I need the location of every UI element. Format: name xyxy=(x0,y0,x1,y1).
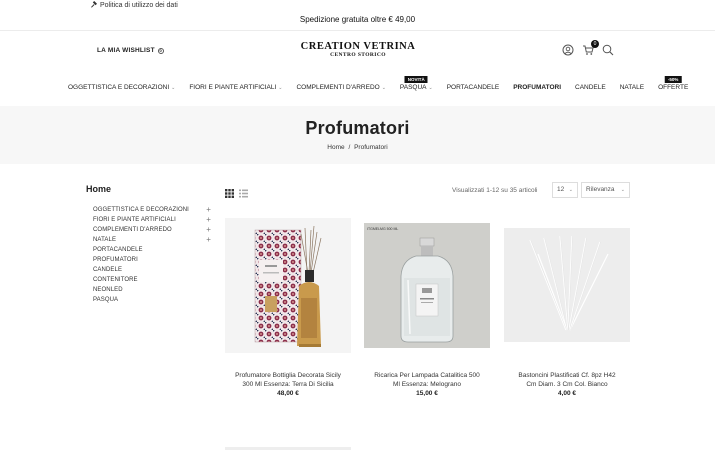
category-item-portacandele[interactable]: PORTACANDELE xyxy=(93,245,211,255)
nav-item-label: PASQUA xyxy=(399,84,427,91)
breadcrumb-home[interactable]: Home xyxy=(327,144,344,151)
category-item-natale[interactable]: NATALE + xyxy=(93,235,211,245)
category-label: COMPLEMENTI D'ARREDO xyxy=(93,227,172,233)
category-label: PROFUMATORI xyxy=(93,257,138,263)
category-label: NEONLED xyxy=(93,287,123,293)
product-card[interactable]: Bastoncini Plastificati Cf. 8pz H42 Cm D… xyxy=(504,218,630,397)
expand-icon[interactable]: + xyxy=(206,225,211,235)
chevron-down-icon: ⌄ xyxy=(278,84,283,91)
per-page-select[interactable]: 12 ⌄ xyxy=(552,182,578,198)
product-name[interactable]: Bastoncini Plastificati Cf. 8pz H42 Cm D… xyxy=(504,371,630,389)
site-logo[interactable]: CREATION VETRINA CENTRO STORICO xyxy=(290,41,426,58)
category-item-profumatori[interactable]: PROFUMATORI xyxy=(93,255,211,265)
category-item-pasqua[interactable]: PASQUA xyxy=(93,295,211,305)
divider xyxy=(0,30,715,31)
expand-icon[interactable]: + xyxy=(206,215,211,225)
page-header: Profumatori Home / Profumatori xyxy=(0,106,715,164)
nav-item-pasqua[interactable]: NOVITÀ PASQUA ⌄ xyxy=(399,76,433,91)
cart-count-badge: 0 xyxy=(591,40,599,48)
cart-icon[interactable]: 0 xyxy=(582,40,599,56)
list-view-icon[interactable] xyxy=(239,185,248,203)
expand-icon[interactable]: + xyxy=(206,235,211,245)
product-image[interactable] xyxy=(504,218,630,353)
logo-title: CREATION VETRINA xyxy=(300,41,416,52)
category-label: PASQUA xyxy=(93,297,119,303)
sort-value: Rilevanza xyxy=(586,186,615,193)
grid-view-icon[interactable] xyxy=(225,185,234,203)
breadcrumb-current: Profumatori xyxy=(354,144,388,151)
chevron-down-icon: ⌄ xyxy=(428,84,433,91)
product-price: 15,00 € xyxy=(416,390,438,397)
product-image[interactable] xyxy=(225,218,351,353)
privacy-link[interactable]: Politica di utilizzo dei dati xyxy=(90,1,178,10)
expand-icon[interactable]: + xyxy=(206,205,211,215)
category-label: FIORI E PIANTE ARTIFICIALI xyxy=(93,217,176,223)
per-page-value: 12 xyxy=(557,186,565,193)
nav-item-label: CANDELE xyxy=(575,84,606,91)
category-list: OGGETTISTICA E DECORAZIONI + FIORI E PIAN… xyxy=(93,205,211,305)
product-price: 48,00 € xyxy=(277,390,299,397)
sidebar-title[interactable]: Home xyxy=(86,184,111,194)
results-count: Visualizzati 1-12 su 35 articoli xyxy=(452,187,538,194)
product-price: 4,00 € xyxy=(557,390,577,397)
category-label: PORTACANDELE xyxy=(93,247,143,253)
header-icons: 0 xyxy=(562,40,614,57)
nav-item-portacandele[interactable]: PORTACANDELE xyxy=(447,84,500,91)
nav-item-fiori[interactable]: FIORI E PIANTE ARTIFICIALI ⌄ xyxy=(189,84,282,91)
category-item-oggettistica[interactable]: OGGETTISTICA E DECORAZIONI + xyxy=(93,205,211,215)
category-item-fiori[interactable]: FIORI E PIANTE ARTIFICIALI + xyxy=(93,215,211,225)
chevron-down-icon: ⌄ xyxy=(171,84,176,91)
nav-item-label: OFFERTE xyxy=(658,84,689,91)
nav-item-label: FIORI E PIANTE ARTIFICIALI xyxy=(189,84,277,91)
product-image-caption: ITGMELMG 500 ML xyxy=(367,227,398,231)
nav-item-candele[interactable]: CANDELE xyxy=(575,84,606,91)
account-icon[interactable] xyxy=(562,44,574,56)
nav-item-label: COMPLEMENTI D'ARREDO xyxy=(296,84,380,91)
nav-item-label: OGGETTISTICA E DECORAZIONI xyxy=(68,84,170,91)
page-title: Profumatori xyxy=(305,118,410,138)
breadcrumb-separator: / xyxy=(348,144,351,151)
chevron-down-icon: ⌄ xyxy=(568,187,573,193)
category-label: CANDELE xyxy=(93,267,123,273)
category-label: CONTENITORE xyxy=(93,277,138,283)
wishlist-link[interactable]: LA MIA WISHLIST 0 xyxy=(97,47,164,54)
hammer-icon xyxy=(90,1,97,10)
top-bar: Politica di utilizzo dei dati xyxy=(0,0,715,10)
shipping-banner: Spedizione gratuita oltre € 49,00 xyxy=(299,15,416,24)
discount-badge: -50% xyxy=(664,76,682,83)
nav-item-complementi[interactable]: COMPLEMENTI D'ARREDO ⌄ xyxy=(296,84,385,91)
wishlist-count: 0 xyxy=(157,47,164,54)
category-item-contenitore[interactable]: CONTENITORE xyxy=(93,275,211,285)
category-label: NATALE xyxy=(93,237,117,243)
wishlist-label: LA MIA WISHLIST xyxy=(97,47,155,54)
new-badge: NOVITÀ xyxy=(404,76,428,83)
category-item-neonled[interactable]: NEONLED xyxy=(93,285,211,295)
view-toggle xyxy=(225,185,248,203)
nav-item-label: NATALE xyxy=(619,84,645,91)
chevron-down-icon: ⌄ xyxy=(620,187,625,193)
product-card[interactable]: ITGMELMG 500 ML Ricarica Per Lampada Cat… xyxy=(364,218,490,397)
breadcrumb: Home / Profumatori xyxy=(0,144,715,151)
main-nav: OGGETTISTICA E DECORAZIONI ⌄ FIORI E PIA… xyxy=(68,76,702,91)
category-label: OGGETTISTICA E DECORAZIONI xyxy=(93,207,189,213)
nav-item-oggettistica[interactable]: OGGETTISTICA E DECORAZIONI ⌄ xyxy=(68,84,175,91)
nav-item-label: PROFUMATORI xyxy=(513,84,562,91)
product-image[interactable]: ITGMELMG 500 ML xyxy=(364,218,490,353)
category-item-complementi[interactable]: COMPLEMENTI D'ARREDO + xyxy=(93,225,211,235)
product-name[interactable]: Ricarica Per Lampada Catalitica 500 Ml E… xyxy=(364,371,490,389)
nav-item-offerte[interactable]: -50% OFFERTE xyxy=(658,76,689,91)
product-name[interactable]: Profumatore Bottiglia Decorata Sicily 30… xyxy=(225,371,351,389)
nav-item-profumatori[interactable]: PROFUMATORI xyxy=(513,84,561,91)
search-icon[interactable] xyxy=(602,44,614,56)
category-item-candele[interactable]: CANDELE xyxy=(93,265,211,275)
sort-select[interactable]: Rilevanza ⌄ xyxy=(581,182,630,198)
privacy-link-label: Politica di utilizzo dei dati xyxy=(100,2,178,9)
nav-item-natale[interactable]: NATALE xyxy=(620,84,644,91)
product-card[interactable]: Profumatore Bottiglia Decorata Sicily 30… xyxy=(225,218,351,397)
chevron-down-icon: ⌄ xyxy=(381,84,386,91)
nav-item-label: PORTACANDELE xyxy=(446,84,500,91)
logo-subtitle: CENTRO STORICO xyxy=(330,52,386,58)
